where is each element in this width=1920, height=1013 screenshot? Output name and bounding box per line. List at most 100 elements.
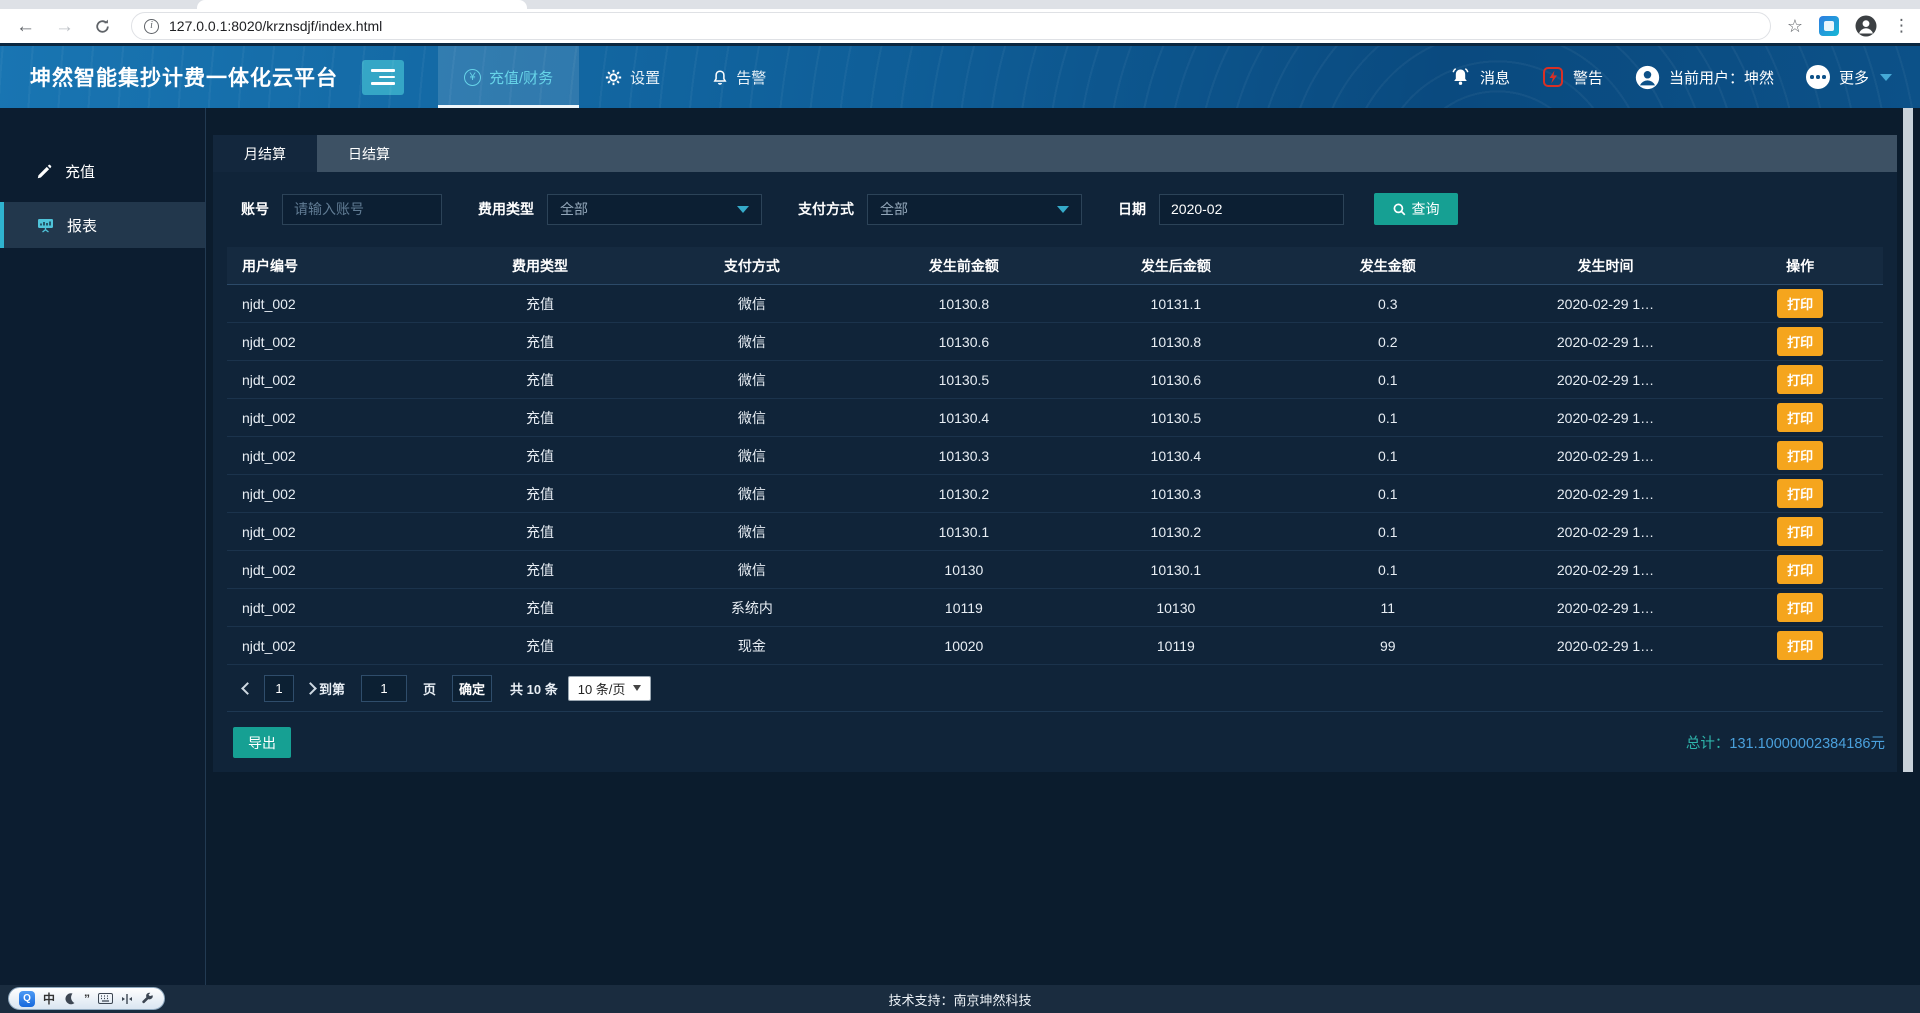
print-button[interactable]: 打印	[1777, 517, 1823, 546]
table-row: njdt_002 充值 微信 10130.5 10130.6 0.1 2020-…	[227, 361, 1883, 399]
print-button[interactable]: 打印	[1777, 631, 1823, 660]
cell-fee-type: 充值	[434, 484, 646, 504]
chevron-down-icon	[1880, 74, 1892, 81]
cell-pay-method: 系统内	[646, 598, 858, 618]
profile-avatar-icon[interactable]	[1855, 15, 1877, 37]
cell-amount-before: 10130.4	[858, 410, 1070, 426]
extension-icon[interactable]	[1819, 16, 1839, 36]
fee-type-select[interactable]: 全部	[547, 194, 762, 225]
collapse-menu-button[interactable]	[362, 60, 404, 95]
table-row: njdt_002 充值 微信 10130.4 10130.5 0.1 2020-…	[227, 399, 1883, 437]
print-button[interactable]: 打印	[1777, 479, 1823, 508]
yen-circle-icon: ¥	[464, 69, 481, 86]
cell-action: 打印	[1717, 289, 1883, 318]
prev-page-icon[interactable]	[241, 682, 254, 695]
cell-time: 2020-02-29 1…	[1494, 410, 1718, 426]
messages-button[interactable]: 消息	[1450, 67, 1510, 88]
cell-amount: 0.1	[1282, 448, 1494, 464]
cell-amount-after: 10130.3	[1070, 486, 1282, 502]
ime-logo-icon[interactable]: Q	[19, 991, 35, 1007]
print-button[interactable]: 打印	[1777, 289, 1823, 318]
cell-amount-after: 10130.4	[1070, 448, 1282, 464]
page-footer: 技术支持：南京坤然科技	[0, 985, 1920, 1013]
print-button[interactable]: 打印	[1777, 555, 1823, 584]
keyboard-icon[interactable]	[98, 993, 113, 1004]
cell-amount-before: 10130.8	[858, 296, 1070, 312]
sidebar-item-recharge[interactable]: 充值	[0, 148, 205, 194]
url-text[interactable]: 127.0.0.1:8020/krznsdjf/index.html	[169, 18, 382, 34]
browser-menu-icon[interactable]: ⋮	[1893, 16, 1910, 36]
cell-time: 2020-02-29 1…	[1494, 600, 1718, 616]
cell-action: 打印	[1717, 327, 1883, 356]
report-board-icon	[37, 217, 54, 233]
confirm-page-button[interactable]: 确定	[452, 675, 492, 702]
print-button[interactable]: 打印	[1777, 403, 1823, 432]
search-button[interactable]: 查询	[1374, 193, 1458, 225]
info-icon[interactable]: i	[144, 19, 159, 34]
filter-row: 账号 费用类型 全部 支付方式 全部 日期 查询	[213, 172, 1897, 225]
scrollbar[interactable]	[1903, 108, 1913, 772]
cell-fee-type: 充值	[434, 370, 646, 390]
table-row: njdt_002 充值 微信 10130 10130.1 0.1 2020-02…	[227, 551, 1883, 589]
pencil-icon	[37, 164, 52, 179]
date-input[interactable]	[1159, 194, 1344, 225]
moon-icon[interactable]	[63, 992, 76, 1005]
tab-monthly-settlement[interactable]: 月结算	[213, 135, 317, 172]
cell-user-id: njdt_002	[227, 600, 434, 616]
col-action: 操作	[1717, 256, 1883, 276]
cell-time: 2020-02-29 1…	[1494, 524, 1718, 540]
current-user-button[interactable]: 当前用户：坤然	[1635, 65, 1774, 90]
print-button[interactable]: 打印	[1777, 365, 1823, 394]
goto-label: 到第	[319, 679, 345, 698]
print-button[interactable]: 打印	[1777, 593, 1823, 622]
cell-fee-type: 充值	[434, 636, 646, 656]
cell-pay-method: 现金	[646, 636, 858, 656]
split-cursor-icon[interactable]	[121, 993, 133, 1005]
tab-daily-settlement[interactable]: 日结算	[317, 135, 421, 172]
cell-amount-before: 10130.2	[858, 486, 1070, 502]
bookmark-star-icon[interactable]: ☆	[1787, 16, 1803, 37]
wrench-icon[interactable]	[141, 992, 154, 1005]
cell-user-id: njdt_002	[227, 562, 434, 578]
next-page-icon[interactable]	[304, 682, 317, 695]
browser-active-tab[interactable]	[197, 0, 527, 9]
page-size-value: 10 条/页	[578, 679, 626, 698]
cell-fee-type: 充值	[434, 294, 646, 314]
cell-action: 打印	[1717, 593, 1883, 622]
table-header-row: 用户编号 费用类型 支付方式 发生前金额 发生后金额 发生金额 发生时间 操作	[227, 247, 1883, 285]
page-size-select[interactable]: 10 条/页	[568, 676, 652, 701]
nav-item-recharge-finance[interactable]: ¥ 充值/财务	[438, 46, 579, 108]
pagination: 1 到第 1 页 确定 共 10 条 10 条/页	[227, 665, 1883, 712]
grand-total-value: 131.10000002384186元	[1729, 736, 1885, 752]
current-page-box[interactable]: 1	[264, 675, 294, 702]
reload-icon[interactable]	[94, 18, 111, 35]
print-button[interactable]: 打印	[1777, 441, 1823, 470]
pay-method-select[interactable]: 全部	[867, 194, 1082, 225]
cell-amount-before: 10130.3	[858, 448, 1070, 464]
cell-amount-before: 10119	[858, 600, 1070, 616]
export-row: 导出 总计：131.10000002384186元	[213, 712, 1897, 758]
account-input[interactable]	[282, 194, 442, 225]
punctuation-icon[interactable]: ”	[84, 993, 90, 1005]
cell-fee-type: 充值	[434, 408, 646, 428]
back-icon[interactable]: ←	[16, 17, 35, 36]
grand-total: 总计：131.10000002384186元	[1686, 732, 1885, 753]
cell-action: 打印	[1717, 631, 1883, 660]
url-bar[interactable]: i 127.0.0.1:8020/krznsdjf/index.html	[131, 12, 1771, 40]
cell-action: 打印	[1717, 365, 1883, 394]
goto-page-input[interactable]: 1	[361, 675, 407, 702]
alerts-button[interactable]: 警告	[1542, 66, 1603, 88]
print-button[interactable]: 打印	[1777, 327, 1823, 356]
more-button[interactable]: 更多	[1806, 65, 1892, 89]
cell-time: 2020-02-29 1…	[1494, 296, 1718, 312]
export-button[interactable]: 导出	[233, 727, 291, 758]
sidebar-item-report[interactable]: 报表	[0, 202, 205, 248]
cell-amount-before: 10130.1	[858, 524, 1070, 540]
ime-chinese-mode[interactable]: 中	[43, 993, 55, 1005]
cell-action: 打印	[1717, 555, 1883, 584]
nav-item-settings[interactable]: 设置	[579, 46, 686, 108]
nav-item-alarm[interactable]: 告警	[686, 46, 792, 108]
browser-toolbar: ← → i 127.0.0.1:8020/krznsdjf/index.html…	[0, 9, 1920, 43]
forward-icon[interactable]: →	[55, 17, 74, 36]
table-row: njdt_002 充值 微信 10130.8 10131.1 0.3 2020-…	[227, 285, 1883, 323]
